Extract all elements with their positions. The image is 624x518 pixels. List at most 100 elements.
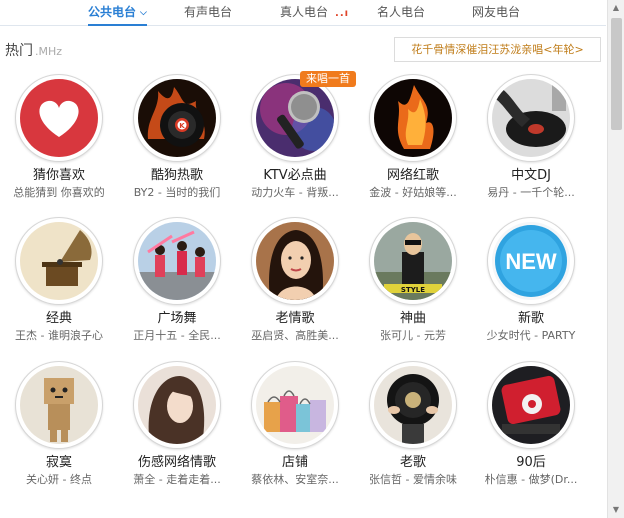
tab-live-radio[interactable]: 真人电台 ..ı: [280, 4, 349, 26]
station-cover: [369, 361, 457, 449]
vinyl-record-photo: [374, 366, 452, 444]
station-name: 酷狗热歌: [150, 168, 203, 183]
station-now-playing: 金波 - 好姑娘等...: [369, 186, 457, 199]
station-item[interactable]: 老情歌 巫启贤、高胜美...: [236, 217, 354, 344]
flaming-clef-icon: [374, 79, 452, 157]
station-name: 经典: [45, 311, 72, 326]
cardboard-robot-photo: [20, 366, 98, 444]
station-item[interactable]: 店铺 蔡依林、安室奈...: [236, 361, 354, 488]
station-cover: [487, 361, 575, 449]
section-unit: .MHz: [35, 45, 63, 58]
chevron-down-icon: ⌵: [140, 8, 147, 18]
station-tabs: 公共电台 ⌵ 有声电台 真人电台 ..ı 名人电台 网友电台: [0, 0, 606, 26]
station-name: 广场舞: [157, 311, 197, 326]
flaming-record-icon: K: [138, 79, 216, 157]
section-title-text: 热门: [5, 43, 33, 59]
station-now-playing: 朴信惠 - 做梦(Dr...: [484, 473, 578, 486]
station-now-playing: 王杰 - 谁明浪子心: [15, 329, 103, 342]
station-name: 店铺: [281, 455, 308, 470]
gramophone-icon: [20, 222, 98, 300]
station-cover: NEW: [487, 217, 575, 305]
station-name: 中文DJ: [511, 168, 551, 183]
station-item[interactable]: 广场舞 正月十五 - 全民...: [118, 217, 236, 344]
station-item[interactable]: 中文DJ 易丹 - 一千个轮...: [472, 74, 590, 201]
station-now-playing: 蔡依林、安室奈...: [251, 473, 339, 486]
section-title: 热门 .MHz: [5, 40, 62, 60]
station-now-playing: 关心妍 - 终点: [26, 473, 92, 486]
station-name: 老情歌: [275, 311, 315, 326]
station-now-playing: 易丹 - 一千个轮...: [487, 186, 575, 199]
scroll-up-arrow-icon[interactable]: ▲: [608, 0, 624, 16]
tab-public-radio[interactable]: 公共电台 ⌵: [88, 4, 147, 26]
scroll-down-arrow-icon[interactable]: ▼: [608, 502, 624, 518]
station-name: 老歌: [399, 455, 426, 470]
station-cover: STYLE: [369, 217, 457, 305]
scrollbar-thumb[interactable]: [611, 18, 622, 130]
station-now-playing: 少女时代 - PARTY: [486, 329, 576, 342]
girl-portrait: [138, 366, 216, 444]
station-item[interactable]: 猜你喜欢 总能猜到 你喜欢的: [0, 74, 118, 201]
station-item[interactable]: 90后 朴信惠 - 做梦(Dr...: [472, 361, 590, 488]
svg-text:NEW: NEW: [505, 249, 557, 274]
dancers-photo: [138, 222, 216, 300]
station-now-playing: 正月十五 - 全民...: [133, 329, 221, 342]
tab-label: 真人电台: [280, 5, 329, 19]
svg-text:K: K: [179, 122, 185, 130]
station-cover: [133, 361, 221, 449]
station-now-playing: 萧全 - 走着走着...: [133, 473, 221, 486]
psy-photo: STYLE: [374, 222, 452, 300]
station-cover: [369, 74, 457, 162]
vertical-scrollbar[interactable]: ▲ ▼: [607, 0, 624, 518]
tab-celebrity-radio[interactable]: 名人电台: [377, 4, 425, 26]
station-cover: [15, 74, 103, 162]
station-item[interactable]: 来唱一首 KTV必点曲 动力火车 - 背叛...: [236, 71, 356, 201]
station-now-playing: 动力火车 - 背叛...: [251, 186, 339, 199]
station-item[interactable]: 寂寞 关心妍 - 终点: [0, 361, 118, 488]
shopping-bags-photo: [256, 366, 334, 444]
station-item[interactable]: 经典 王杰 - 谁明浪子心: [0, 217, 118, 344]
station-item[interactable]: 网络红歌 金波 - 好姑娘等...: [354, 74, 472, 201]
station-cover: [251, 217, 339, 305]
station-now-playing: 张信哲 - 爱情余味: [369, 473, 457, 486]
station-cover: [15, 217, 103, 305]
station-cover: K: [133, 74, 221, 162]
live-bars-icon: ..ı: [335, 8, 350, 19]
tab-label: 有声电台: [184, 5, 233, 19]
station-name: 90后: [516, 455, 546, 470]
station-name: 神曲: [399, 311, 426, 326]
tab-label: 网友电台: [472, 5, 521, 19]
dj-turntable-icon: [492, 79, 570, 157]
station-now-playing: 张可儿 - 元芳: [380, 329, 446, 342]
station-name: 网络红歌: [386, 168, 439, 183]
promo-link[interactable]: 花千骨情深催泪汪苏泷亲唱<年轮>: [394, 37, 601, 62]
station-now-playing: 总能猜到 你喜欢的: [13, 186, 105, 199]
station-item[interactable]: 伤感网络情歌 萧全 - 走着走着...: [118, 361, 236, 488]
station-item[interactable]: NEW 新歌 少女时代 - PARTY: [472, 217, 590, 344]
station-item[interactable]: STYLE 神曲 张可儿 - 元芳: [354, 217, 472, 344]
station-now-playing: 巫启贤、高胜美...: [251, 329, 339, 342]
station-cover: 来唱一首: [251, 71, 356, 162]
tab-user-radio[interactable]: 网友电台: [472, 4, 520, 26]
station-cover: [133, 217, 221, 305]
station-item[interactable]: 老歌 张信哲 - 爱情余味: [354, 361, 472, 488]
tab-label: 公共电台: [88, 5, 137, 19]
station-name: KTV必点曲: [263, 168, 327, 183]
station-cover: [487, 74, 575, 162]
station-name: 新歌: [517, 311, 544, 326]
station-cover: [251, 361, 339, 449]
red-ipod-icon: [492, 366, 570, 444]
new-badge-icon: NEW: [492, 222, 570, 300]
tab-label: 名人电台: [377, 5, 426, 19]
microphone-icon: [256, 79, 334, 157]
station-item[interactable]: K 酷狗热歌 BY2 - 当时的我们: [118, 74, 236, 201]
station-name: 猜你喜欢: [32, 168, 85, 183]
tab-audio-radio[interactable]: 有声电台: [184, 4, 232, 26]
station-name: 寂寞: [45, 455, 72, 470]
station-cover: [15, 361, 103, 449]
svg-text:STYLE: STYLE: [401, 286, 425, 294]
station-now-playing: BY2 - 当时的我们: [133, 186, 221, 199]
heart-icon: [20, 79, 98, 157]
singer-portrait: [256, 222, 334, 300]
sing-one-badge[interactable]: 来唱一首: [300, 71, 356, 87]
station-name: 伤感网络情歌: [137, 455, 216, 470]
